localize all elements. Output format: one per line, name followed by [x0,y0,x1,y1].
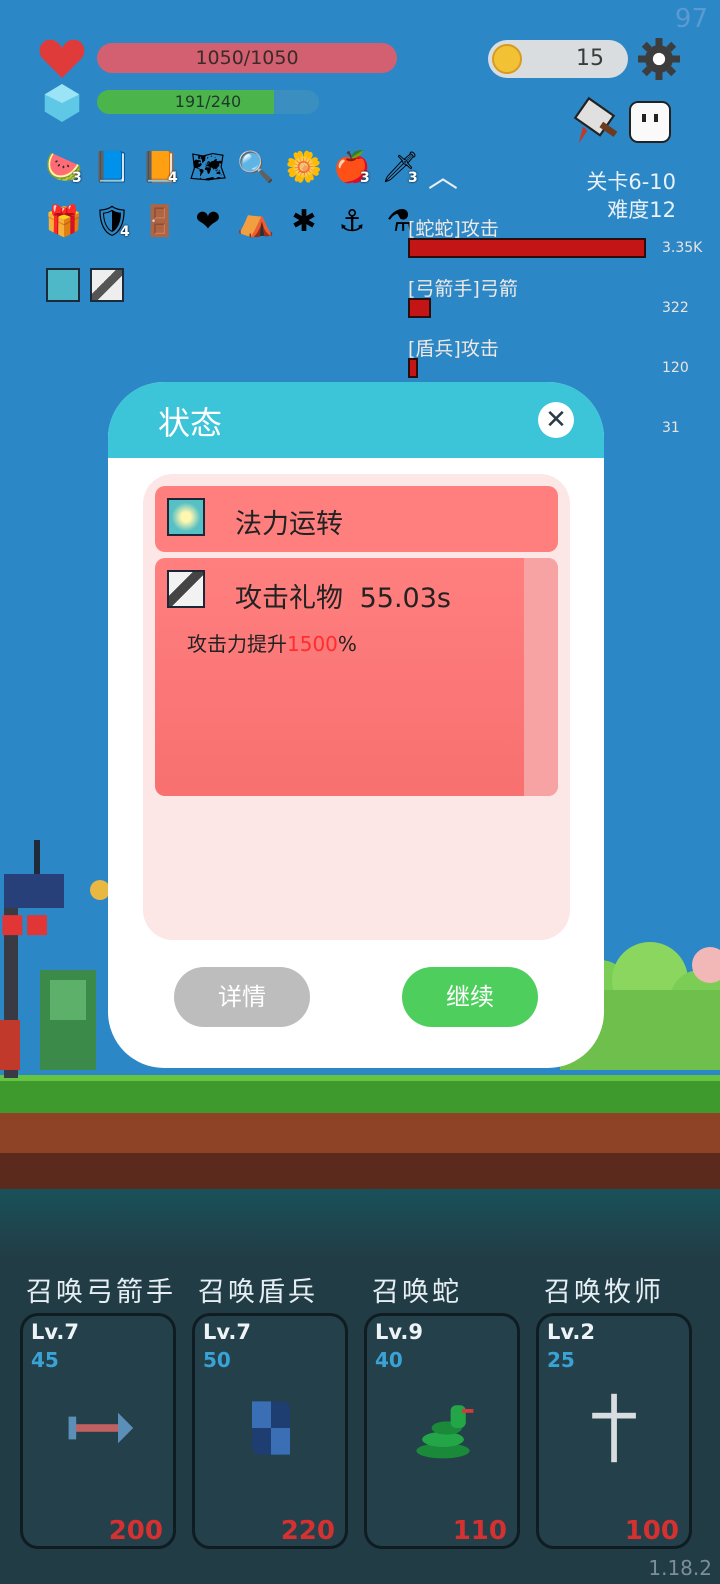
heart-icon [39,39,85,78]
item-count: 3 [72,170,82,186]
summon-mana-cost: 40 [375,1348,403,1372]
magnifier-icon[interactable]: 🔍 [236,148,276,188]
mp-text: 191/240 [174,92,242,111]
version-label: 1.18.2 [648,1556,712,1580]
mana-flow-icon [167,498,205,536]
summon-label: 召唤盾兵 [198,1277,318,1308]
heart-icon[interactable]: ❤ [188,202,228,242]
fps-counter: 97 [674,4,708,34]
gift-icon[interactable]: 🎁 [44,202,84,242]
summon-price: 220 [280,1516,335,1546]
status-row-mana-flow[interactable]: 法力运转 [155,486,558,552]
tent-icon[interactable]: ⛺ [236,202,276,242]
summon-mana-cost: 25 [547,1348,575,1372]
summon-level: Lv.7 [31,1320,79,1344]
arrow-icon [61,1390,137,1466]
bottom-panel-top [0,1189,720,1259]
status-description: 攻击力提升1500% [187,628,357,657]
close-button[interactable]: ✕ [538,402,574,438]
cleaver-icon[interactable] [570,96,622,148]
door-icon[interactable]: 🚪 [140,202,180,242]
coin-icon [492,44,522,74]
summon-label: 召唤蛇 [372,1277,462,1308]
cross-icon [577,1390,653,1466]
ghost-icon[interactable] [626,98,674,146]
stage-info: 关卡6-10 难度12 [586,168,676,224]
summon-label: 召唤牧师 [544,1277,664,1308]
damage-source-label: [蛇蛇]攻击 [408,218,499,240]
bible-icon[interactable]: 📘 [92,148,132,188]
damage-value: 322 [662,300,689,316]
status-name: 法力运转 [235,509,343,540]
item-count: 4 [168,170,178,186]
damage-bar [408,238,646,258]
damage-value: 31 [662,420,680,436]
damage-value: 120 [662,360,689,376]
gear-icon[interactable] [638,38,680,80]
desc-suffix: % [337,632,357,656]
hp-text: 1050/1050 [195,47,299,69]
summon-label: 召唤弓箭手 [26,1277,176,1308]
flower-icon[interactable]: 🌼 [284,148,324,188]
damage-bar [408,358,418,378]
status-list: 法力运转 攻击礼物 55.03s 攻击力提升1500% [143,474,570,940]
summon-price: 200 [108,1516,163,1546]
detail-button[interactable]: 详情 [174,967,310,1027]
item-count: 4 [120,224,130,240]
summon-level: Lv.7 [203,1320,251,1344]
summon-level: Lv.9 [375,1320,423,1344]
attack-gift-buff-icon[interactable] [90,268,124,302]
damage-value: 3.35K [662,240,703,256]
desc-prefix: 攻击力提升 [187,632,287,656]
shield-icon [233,1390,309,1466]
mana-crystal-icon [44,84,80,122]
summon-card[interactable]: Lv.9 40 110 [364,1313,520,1549]
summon-card[interactable]: Lv.7 45 200 [20,1313,176,1549]
mana-flow-buff-icon[interactable] [46,268,80,302]
treasure-map-icon[interactable]: 🗺 [188,148,228,188]
item-count: 3 [360,170,370,186]
player-tower [0,840,110,1078]
damage-source-label: [弓箭手]弓箭 [408,278,518,300]
summon-mana-cost: 50 [203,1348,231,1372]
summon-mana-cost: 45 [31,1348,59,1372]
dirt-layer [0,1113,720,1153]
summon-price: 100 [624,1516,679,1546]
desc-value: 1500 [287,632,338,656]
summon-card[interactable]: Lv.2 25 100 [536,1313,692,1549]
dirt-layer-dark [0,1153,720,1189]
item-count: 3 [408,170,418,186]
snake-icon [405,1390,481,1466]
hook-icon[interactable]: ⚓ [332,202,372,242]
mace-icon[interactable]: ✱ [284,202,324,242]
status-timer: 55.03s [359,583,451,614]
enemy-text-fragment: ■■ [0,909,50,939]
attack-gift-icon [167,570,205,608]
dialog-title: 状态 [158,404,223,442]
damage-bar [408,298,431,318]
collapse-chevron-icon[interactable]: ︿ [428,152,458,196]
stage-label: 关卡6-10 [586,170,676,194]
damage-source-label: [盾兵]攻击 [408,338,499,360]
summon-price: 110 [452,1516,507,1546]
summon-level: Lv.2 [547,1320,595,1344]
difficulty-label: 难度12 [607,198,676,222]
status-dialog: 状态 ✕ 法力运转 攻击礼物 55.03s 攻击力提升1500% 详情 继续 [108,382,604,1068]
continue-button[interactable]: 继续 [402,967,538,1027]
coin-count: 15 [576,46,604,71]
scrollbar[interactable] [524,558,558,796]
summon-card[interactable]: Lv.7 50 220 [192,1313,348,1549]
status-name: 攻击礼物 [235,583,343,614]
status-row-attack-gift[interactable]: 攻击礼物 55.03s 攻击力提升1500% [155,558,558,796]
